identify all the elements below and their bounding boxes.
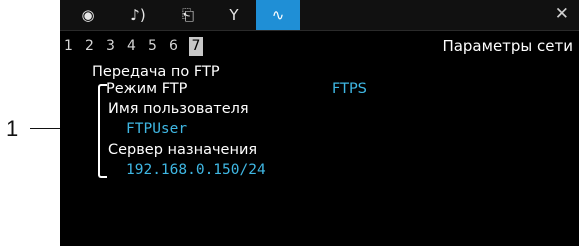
wrench-icon: Y <box>229 5 239 24</box>
network-icon: ∿ <box>271 5 285 24</box>
callout-bracket <box>98 84 107 178</box>
tab-setup[interactable]: Y <box>212 0 256 30</box>
callout-number: 1 <box>6 116 19 141</box>
ftp-mode-label[interactable]: Режим FTP <box>106 81 187 97</box>
page-number[interactable]: 4 <box>127 37 148 56</box>
username-value[interactable]: FTPUser <box>126 121 187 137</box>
section-title: Передача по FTP <box>92 64 220 80</box>
destination-server-label[interactable]: Сервер назначения <box>108 142 257 158</box>
audio-icon: ♪) <box>130 5 146 24</box>
page-number[interactable]: 1 <box>64 37 85 56</box>
page-index: 1 2 3 4 5 6 7 <box>64 37 203 57</box>
page-number[interactable]: 2 <box>85 37 106 56</box>
camera-menu-screen: ◉ ♪) ⎗ Y ∿ ✕ 1 2 3 4 5 6 7 Параметры сет… <box>60 0 579 246</box>
menu-tab-bar: ◉ ♪) ⎗ Y ∿ ✕ <box>60 0 579 31</box>
tab-network[interactable]: ∿ <box>256 0 300 30</box>
page-number[interactable]: 3 <box>106 37 127 56</box>
ftp-mode-value[interactable]: FTPS <box>332 81 367 97</box>
tab-display[interactable]: ⎗ <box>166 0 210 30</box>
page-number[interactable]: 6 <box>169 37 190 56</box>
tab-audio[interactable]: ♪) <box>116 0 160 30</box>
page-number[interactable]: 5 <box>148 37 169 56</box>
destination-server-value[interactable]: 192.168.0.150/24 <box>126 162 266 178</box>
page-title: Параметры сети <box>442 37 573 55</box>
username-label[interactable]: Имя пользователя <box>108 101 249 117</box>
tab-camera[interactable]: ◉ <box>66 0 110 30</box>
display-settings-icon: ⎗ <box>181 5 194 24</box>
camera-icon: ◉ <box>81 5 95 24</box>
page-number-active[interactable]: 7 <box>189 37 203 56</box>
close-icon[interactable]: ✕ <box>555 6 569 23</box>
